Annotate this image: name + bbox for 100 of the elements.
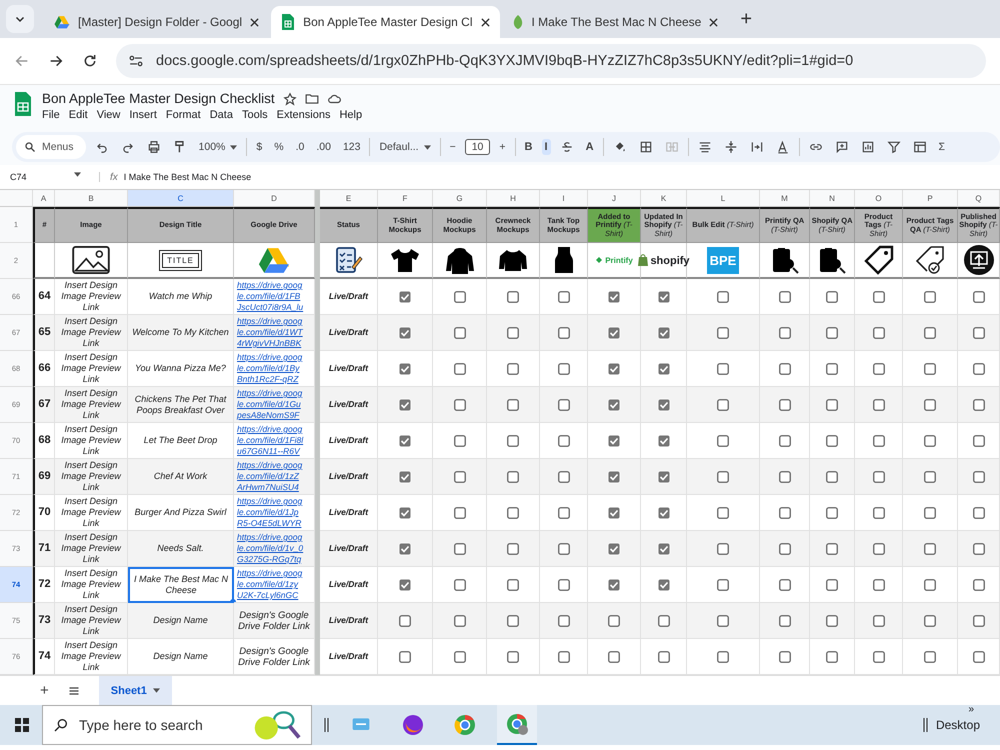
checkbox[interactable] <box>924 542 936 554</box>
taskbar-search-field[interactable]: Type here to search <box>42 705 312 745</box>
checkbox[interactable] <box>658 326 670 338</box>
checkbox[interactable] <box>608 326 620 338</box>
checkbox[interactable] <box>778 362 790 374</box>
checkbox[interactable] <box>399 506 411 518</box>
column-header[interactable]: M <box>760 190 810 207</box>
column-header[interactable]: C <box>128 190 234 207</box>
checkbox[interactable] <box>778 506 790 518</box>
checkbox[interactable] <box>558 650 570 662</box>
checkbox[interactable] <box>778 542 790 554</box>
checkbox[interactable] <box>778 290 790 302</box>
checkbox[interactable] <box>558 434 570 446</box>
checkbox[interactable] <box>558 506 570 518</box>
checkbox[interactable] <box>507 326 519 338</box>
checkbox[interactable] <box>924 470 936 482</box>
checkbox[interactable] <box>872 326 884 338</box>
checkbox[interactable] <box>826 362 838 374</box>
checkbox[interactable] <box>826 542 838 554</box>
checkbox[interactable] <box>924 398 936 410</box>
checkbox[interactable] <box>507 470 519 482</box>
checkbox[interactable] <box>558 362 570 374</box>
column-header[interactable]: O <box>855 190 903 207</box>
desktop-label[interactable]: Desktop <box>936 718 980 732</box>
menu-item[interactable]: Edit <box>68 109 88 121</box>
checkbox[interactable] <box>872 650 884 662</box>
checkbox[interactable] <box>972 290 984 302</box>
checkbox[interactable] <box>608 542 620 554</box>
toolbar-button[interactable]: % <box>271 139 287 155</box>
checkbox[interactable] <box>826 398 838 410</box>
checkbox[interactable] <box>872 578 884 590</box>
checkbox[interactable] <box>558 542 570 554</box>
checkbox[interactable] <box>826 326 838 338</box>
browser-tab[interactable]: [Master] Design Folder - Googl <box>44 6 270 38</box>
checkbox[interactable] <box>717 650 729 662</box>
checkbox[interactable] <box>558 398 570 410</box>
checkbox[interactable] <box>399 542 411 554</box>
checkbox[interactable] <box>454 614 466 626</box>
checkbox[interactable] <box>608 650 620 662</box>
toolbar-button[interactable]: − <box>446 139 459 155</box>
menu-item[interactable]: Tools <box>242 109 268 121</box>
menu-item[interactable]: Extensions <box>276 109 330 121</box>
checkbox[interactable] <box>658 362 670 374</box>
checkbox[interactable] <box>399 326 411 338</box>
checkbox[interactable] <box>454 326 466 338</box>
checkbox[interactable] <box>608 362 620 374</box>
checkbox[interactable] <box>454 506 466 518</box>
checkbox[interactable] <box>778 470 790 482</box>
checkbox[interactable] <box>507 398 519 410</box>
checkbox[interactable] <box>826 434 838 446</box>
sheet-tab[interactable]: Sheet1 <box>98 676 172 705</box>
checkbox[interactable] <box>454 398 466 410</box>
column-header[interactable]: G <box>433 190 487 207</box>
checkbox[interactable] <box>924 326 936 338</box>
checkbox[interactable] <box>399 290 411 302</box>
checkbox[interactable] <box>608 614 620 626</box>
checkbox[interactable] <box>558 470 570 482</box>
checkbox[interactable] <box>972 362 984 374</box>
toolbar-button[interactable]: 123 <box>340 139 364 155</box>
address-bar[interactable]: docs.google.com/spreadsheets/d/1rgx0ZhPHb-QqK3YXJMVI9bqB-HYzZIZ7hC8p3s5UKNY/edit?pli=1#gid=0 <box>116 44 986 78</box>
checkbox[interactable] <box>658 614 670 626</box>
checkbox[interactable] <box>558 578 570 590</box>
checkbox[interactable] <box>454 434 466 446</box>
checkbox[interactable] <box>717 614 729 626</box>
checkbox[interactable] <box>972 542 984 554</box>
close-icon[interactable] <box>480 18 490 26</box>
checkbox[interactable] <box>924 650 936 662</box>
menu-item[interactable]: File <box>42 109 60 121</box>
checkbox[interactable] <box>872 542 884 554</box>
checkbox[interactable] <box>454 650 466 662</box>
checkbox[interactable] <box>924 578 936 590</box>
checkbox[interactable] <box>826 506 838 518</box>
format-button[interactable]: A <box>582 139 597 155</box>
checkbox[interactable] <box>454 362 466 374</box>
checkbox[interactable] <box>454 290 466 302</box>
checkbox[interactable] <box>872 290 884 302</box>
checkbox[interactable] <box>717 362 729 374</box>
close-icon[interactable] <box>250 18 260 26</box>
checkbox[interactable] <box>658 290 670 302</box>
menu-item[interactable]: Format <box>166 109 201 121</box>
column-header[interactable]: Q <box>958 190 1000 207</box>
checkbox[interactable] <box>872 506 884 518</box>
add-sheet-button[interactable]: + <box>40 682 49 699</box>
checkbox[interactable] <box>608 470 620 482</box>
checkbox[interactable] <box>507 434 519 446</box>
column-header[interactable]: I <box>540 190 588 207</box>
checkbox[interactable] <box>972 614 984 626</box>
column-header[interactable]: N <box>810 190 855 207</box>
checkbox[interactable] <box>399 470 411 482</box>
checkbox[interactable] <box>399 614 411 626</box>
menu-item[interactable]: Data <box>210 109 233 121</box>
toolbar-button[interactable]: $ <box>253 139 266 155</box>
column-header[interactable]: B <box>55 190 128 207</box>
checkbox[interactable] <box>826 650 838 662</box>
checkbox[interactable] <box>717 434 729 446</box>
drive-link[interactable]: https://drive.goog le.com/file/d/1WT 4rWgivVHJnBBK <box>234 315 315 351</box>
menu-item[interactable]: Insert <box>129 109 157 121</box>
format-button[interactable]: I <box>542 139 551 155</box>
checkbox[interactable] <box>778 650 790 662</box>
checkbox[interactable] <box>717 542 729 554</box>
